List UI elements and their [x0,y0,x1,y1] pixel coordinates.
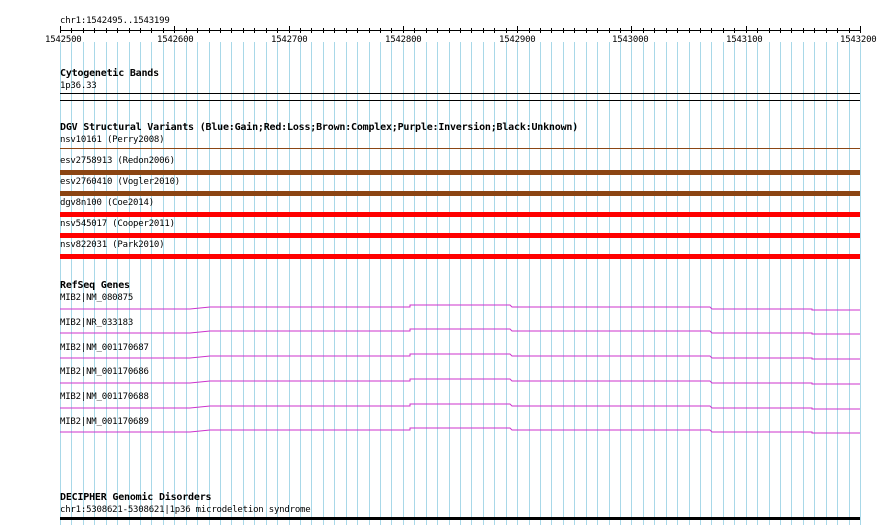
gene-label[interactable]: MIB2|NM_001170686 [60,367,149,378]
dgv-feature-bar [60,212,860,217]
ruler-tick-label: 1542700 [271,35,308,45]
ruler-tick-label: 1543000 [612,35,649,45]
decipher-track-title: DECIPHER Genomic Disorders [60,492,212,503]
gene-label[interactable]: MIB2|NM_001170689 [60,417,149,428]
dgv-feature-bar [60,170,860,175]
refseq-track-title: RefSeq Genes [60,280,130,291]
dgv-feature-label[interactable]: dgv8n100 (Coe2014) [60,198,154,209]
dgv-feature-label[interactable]: esv2760410 (Vogler2010) [60,177,180,188]
dgv-feature-bar [60,148,860,149]
decipher-feature-bar [60,517,860,520]
dgv-feature-bar [60,254,860,259]
gene-label[interactable]: MIB2|NM_001170688 [60,392,149,403]
gene-label[interactable]: MIB2|NM_001170687 [60,343,149,354]
ruler-tick-label: 1543200 [840,35,877,45]
dgv-feature-label[interactable]: nsv10161 (Perry2008) [60,135,165,146]
cytoband-track-title: Cytogenetic Bands [60,68,159,79]
dgv-track-title: DGV Structural Variants (Blue:Gain;Red:L… [60,122,579,133]
location-label: chr1:1542495..1543199 [60,16,170,26]
genome-browser-view: chr1:1542495..1543199 1542500 1542600 15… [0,0,890,525]
dgv-feature-label[interactable]: esv2758913 (Redon2006) [60,156,175,167]
dgv-feature-bar [60,233,860,238]
dgv-feature-bar [60,191,860,196]
ruler-tick-label: 1543100 [726,35,763,45]
ruler-tick-label: 1542900 [499,35,536,45]
gene-label[interactable]: MIB2|NM_080875 [60,293,133,304]
ruler-tick-label: 1542600 [157,35,194,45]
dgv-feature-label[interactable]: nsv822031 (Park2010) [60,240,165,251]
decipher-feature-label[interactable]: chr1:5308621-5308621|1p36 microdeletion … [60,505,311,516]
dgv-feature-label[interactable]: nsv545017 (Cooper2011) [60,219,175,230]
ruler-tick-label: 1542500 [45,35,82,45]
cytoband-label[interactable]: 1p36.33 [60,81,97,92]
gene-label[interactable]: MIB2|NR_033183 [60,318,133,329]
ruler-tick-label: 1542800 [385,35,422,45]
